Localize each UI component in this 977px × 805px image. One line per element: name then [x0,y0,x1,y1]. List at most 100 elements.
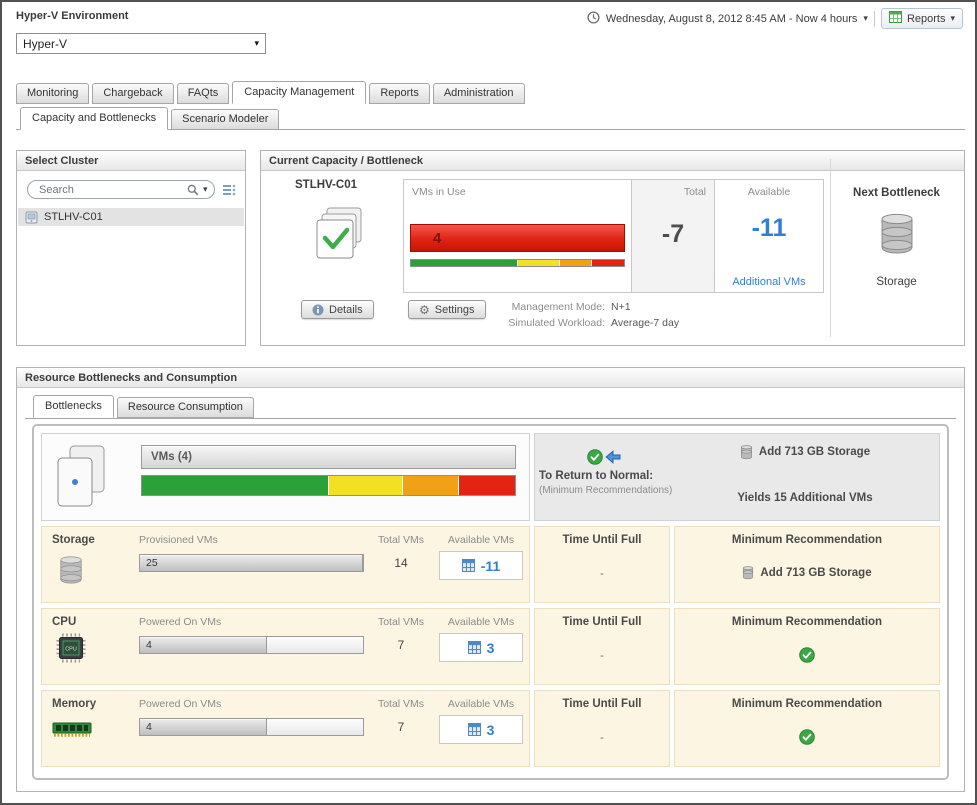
environment-selector-value: Hyper-V [23,37,67,51]
tab-administration[interactable]: Administration [433,83,525,104]
bar-fill [140,555,363,571]
row-name: Storage [52,534,95,546]
storage-mini-icon [740,444,753,460]
table-row-cpu: CPU CPU Powered On VMs [41,608,940,685]
tab-capacity-and-bottlenecks[interactable]: Capacity and Bottlenecks [20,107,168,130]
return-to-normal-icons [587,449,621,465]
metric-label: Powered On VMs [139,616,221,628]
vms-in-use-column: VMs in Use 4 [404,180,631,292]
time-until-full-value: - [535,732,669,744]
search-icon[interactable] [187,184,199,196]
resource-bottlenecks-title: Resource Bottlenecks and Consumption [17,368,964,388]
time-range-caret-icon[interactable]: ▾ [863,14,868,23]
reports-button[interactable]: Reports ▾ [881,8,963,29]
select-cluster-panel: Select Cluster ▾ STLHV-C01 [16,150,246,346]
powered-on-vms-bar: 4 [139,636,364,654]
total-vms-value: 7 [367,720,435,734]
environment-selector-caret-icon: ▾ [254,39,259,48]
cpu-metrics-cell: CPU CPU Powered On VMs [41,608,530,685]
reports-caret-icon: ▾ [950,14,955,23]
current-capacity-panel: Current Capacity / Bottleneck STLHV-C01 … [260,150,965,346]
total-column: Total -7 [631,180,715,292]
available-vms-box[interactable]: 3 [439,715,523,744]
total-label: Total [684,186,706,198]
vms-group-label: VMs (4) [151,451,192,463]
summary-yields-text: Yields 15 Additional VMs [675,492,935,504]
time-until-full-value: - [535,650,669,662]
available-vms-label: Available VMs [439,616,523,628]
capacity-gauge: VMs in Use 4 Total -7 Available -11 Addi… [403,179,824,293]
hyper-v-dashboard: Hyper-V Environment Wednesday, August 8,… [0,0,977,805]
cluster-search-row: ▾ [17,171,245,203]
cpu-recommendation-cell: Minimum Recommendation [674,608,940,685]
metric-label: Powered On VMs [139,698,221,710]
vm-grid-icon [468,641,481,654]
bottleneck-tabs: Bottlenecks Resource Consumption [25,395,956,419]
vms-in-use-bar: 4 [410,224,625,252]
available-vms-value: 3 [487,640,495,656]
svg-text:CPU: CPU [65,647,77,653]
settings-button[interactable]: ⚙ Settings [408,300,486,319]
cpu-icon: CPU [56,633,86,666]
time-range-label[interactable]: Wednesday, August 8, 2012 8:45 AM - Now … [606,13,858,25]
tab-bottlenecks[interactable]: Bottlenecks [33,395,114,418]
search-options-caret-icon[interactable]: ▾ [203,185,208,194]
minimum-recommendation-label: Minimum Recommendation [675,616,939,628]
memory-metrics-cell: Memory Powered On VMs 4 Total VMs [41,690,530,767]
bar-value: 25 [146,557,158,569]
sub-tabs: Capacity and Bottlenecks Scenario Modele… [16,107,965,130]
cpu-time-until-full-cell: Time Until Full - [534,608,670,685]
additional-vms-link[interactable]: Additional VMs [715,276,823,288]
next-bottleneck-value: Storage [831,276,962,288]
provisioned-vms-bar: 25 [139,554,364,572]
search-input[interactable] [37,183,183,197]
toolbar-divider [874,11,875,27]
vms-in-use-label: VMs in Use [412,186,466,198]
memory-recommendation-cell: Minimum Recommendation [674,690,940,767]
capacity-threshold-gauge [410,259,625,267]
simulated-workload-label: Simulated Workload: [493,317,605,329]
available-vms-box[interactable]: -11 [439,551,523,580]
tab-reports[interactable]: Reports [369,83,430,104]
summary-recommendation: Add 713 GB Storage [675,444,935,460]
available-column: Available -11 Additional VMs [715,180,823,292]
summary-vms-cell: VMs (4) [41,433,530,521]
environment-selector[interactable]: Hyper-V ▾ [16,33,266,54]
details-button[interactable]: Details [301,300,374,319]
vms-group-bar[interactable]: VMs (4) [141,445,516,469]
check-circle-icon [587,449,603,465]
tab-resource-consumption[interactable]: Resource Consumption [117,397,254,418]
summary-recommendation-text: Add 713 GB Storage [759,446,870,458]
row-name: CPU [52,616,76,628]
capacity-cluster-name: STLHV-C01 [281,179,371,191]
vms-in-use-value: 4 [433,230,441,247]
storage-icon [58,554,84,588]
tab-chargeback[interactable]: Chargeback [92,83,173,104]
advanced-list-button[interactable] [222,182,237,198]
main-tabs: Monitoring Chargeback FAQts Capacity Man… [16,81,525,104]
summary-recommendation-cell: To Return to Normal: (Minimum Recommenda… [534,433,940,521]
available-vms-box[interactable]: 3 [439,633,523,662]
bar-fill [140,719,267,735]
tab-faqts[interactable]: FAQts [177,83,230,104]
tab-capacity-management[interactable]: Capacity Management [232,81,366,104]
available-vms-value: 3 [487,722,495,738]
minimum-recommendation-label: Minimum Recommendation [675,698,939,710]
hyperv-cluster-icon [313,206,365,265]
tab-scenario-modeler[interactable]: Scenario Modeler [171,109,279,130]
time-until-full-value: - [535,568,669,580]
available-value: -11 [715,214,823,243]
tab-monitoring[interactable]: Monitoring [16,83,89,104]
page-title: Hyper-V Environment [16,10,128,22]
storage-recommendation-cell: Minimum Recommendation Add 713 GB Storag… [674,526,940,603]
return-to-normal-label: To Return to Normal: [539,470,653,482]
select-cluster-title: Select Cluster [17,151,245,171]
search-box: ▾ [27,180,215,199]
bar-value: 4 [146,639,152,651]
gear-icon: ⚙ [419,304,430,316]
current-capacity-title: Current Capacity / Bottleneck [261,151,964,171]
cluster-list-item[interactable]: STLHV-C01 [18,208,244,226]
time-range-clock-icon [587,11,600,27]
arrow-left-icon [605,450,621,464]
vms-threshold-gauge [141,475,516,496]
